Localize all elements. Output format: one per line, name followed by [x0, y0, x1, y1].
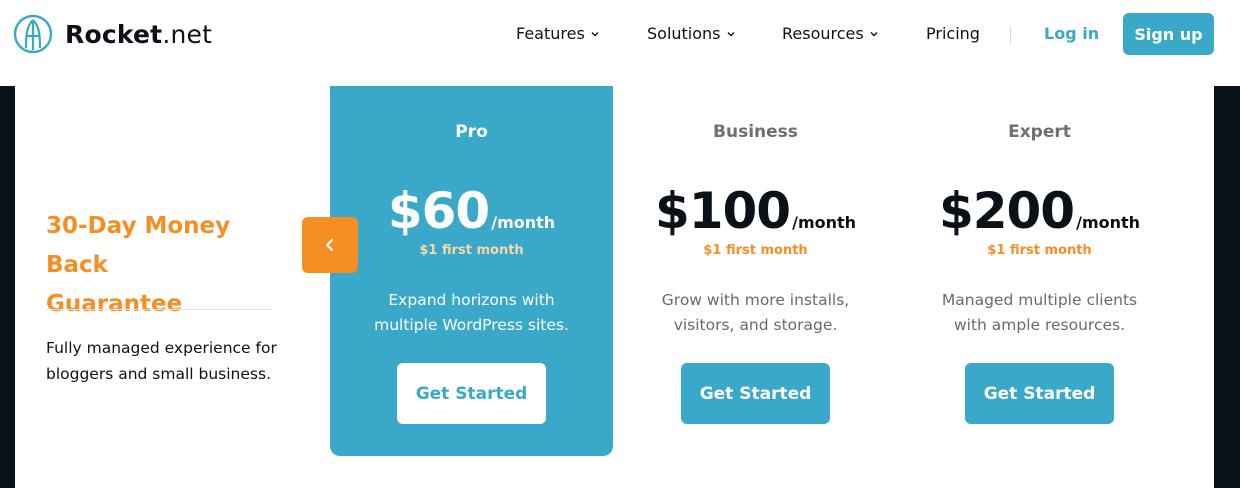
- nav-solutions-label: Solutions: [647, 24, 721, 43]
- guarantee-heading: 30-Day Money Back Guarantee: [46, 207, 286, 324]
- chevron-down-icon: [591, 31, 599, 36]
- plan-first-month: $1 first month: [703, 243, 808, 258]
- dark-strip-left: [0, 86, 15, 488]
- plan-period: /month: [792, 213, 857, 232]
- chevron-down-icon: [870, 31, 878, 36]
- get-started-button[interactable]: Get Started: [681, 363, 830, 424]
- brand-logo[interactable]: Rocket.net: [13, 14, 212, 54]
- get-started-button[interactable]: Get Started: [965, 363, 1114, 424]
- plan-price: $60: [387, 182, 490, 240]
- plan-desc-line2: visitors, and storage.: [673, 316, 838, 334]
- plan-price: $100: [654, 182, 791, 240]
- plan-first-month: $1 first month: [987, 243, 1092, 258]
- guarantee-desc-line2: bloggers and small business.: [46, 365, 271, 383]
- plan-price-row: $200/month: [898, 182, 1181, 240]
- plan-name: Pro: [455, 122, 488, 142]
- plan-card-business: Business $100/month $1 first month Grow …: [614, 86, 897, 456]
- site-header: Rocket.net Features Solutions Resources …: [0, 0, 1240, 86]
- plan-period: /month: [491, 213, 556, 232]
- plan-desc-line2: multiple WordPress sites.: [374, 316, 569, 334]
- login-link[interactable]: Log in: [1044, 24, 1099, 43]
- plan-card-expert: Expert $200/month $1 first month Managed…: [898, 86, 1181, 456]
- guarantee-divider: [46, 309, 272, 310]
- plan-card-pro: Pro $60/month $1 first month Expand hori…: [330, 86, 613, 456]
- plan-first-month: $1 first month: [419, 243, 524, 258]
- plan-desc-line1: Expand horizons with: [388, 291, 555, 309]
- chevron-down-icon: [727, 31, 735, 36]
- guarantee-heading-line1: 30-Day Money Back: [46, 213, 231, 278]
- plan-name: Expert: [1008, 122, 1071, 142]
- plan-price: $200: [938, 182, 1075, 240]
- dark-strip-right: [1214, 86, 1240, 488]
- brand-name: Rocket.net: [65, 19, 213, 49]
- plan-desc-line1: Grow with more installs,: [661, 291, 850, 309]
- nav-pricing[interactable]: Pricing: [926, 24, 980, 43]
- signup-button[interactable]: Sign up: [1123, 13, 1214, 55]
- nav-solutions[interactable]: Solutions: [647, 24, 735, 43]
- guarantee-desc-line1: Fully managed experience for: [46, 339, 277, 357]
- plan-desc-line1: Managed multiple clients: [941, 291, 1138, 309]
- guarantee-heading-line2: Guarantee: [46, 291, 183, 317]
- nav-features[interactable]: Features: [516, 24, 599, 43]
- chevron-left-icon: [325, 238, 334, 252]
- nav-pricing-label: Pricing: [926, 24, 980, 43]
- guarantee-description: Fully managed experience for bloggers an…: [46, 335, 286, 387]
- plan-description: Grow with more installs, visitors, and s…: [614, 288, 897, 338]
- plan-description: Expand horizons with multiple WordPress …: [330, 288, 613, 338]
- nav-resources-label: Resources: [782, 24, 864, 43]
- nav-divider: [1010, 26, 1011, 44]
- plan-description: Managed multiple clients with ample reso…: [898, 288, 1181, 338]
- carousel-prev-button[interactable]: [302, 217, 358, 273]
- get-started-button[interactable]: Get Started: [397, 363, 546, 424]
- nav-resources[interactable]: Resources: [782, 24, 878, 43]
- nav-features-label: Features: [516, 24, 585, 43]
- plan-price-row: $100/month: [614, 182, 897, 240]
- plan-period: /month: [1076, 213, 1141, 232]
- plan-name: Business: [713, 122, 798, 142]
- plan-price-row: $60/month: [330, 182, 613, 240]
- plan-desc-line2: with ample resources.: [953, 316, 1126, 334]
- rocket-logo-icon: [13, 14, 53, 54]
